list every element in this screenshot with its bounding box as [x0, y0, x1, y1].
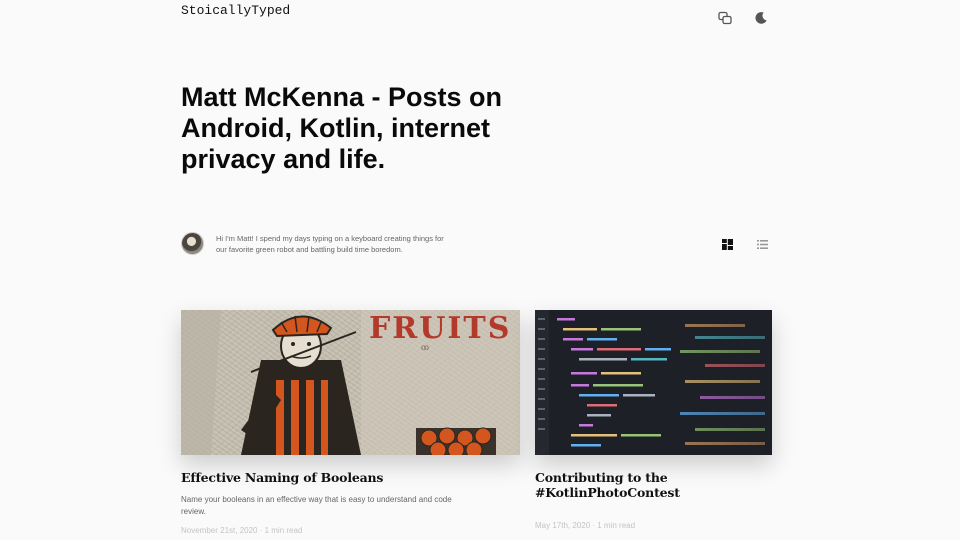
post-title[interactable]: Effective Naming of Booleans — [181, 470, 520, 485]
poster-lettering: FRUITS — [369, 311, 511, 346]
moon-icon[interactable] — [752, 9, 770, 27]
post-title[interactable]: Contributing to the #KotlinPhotoContest — [535, 470, 772, 500]
post-meta: November 21st, 2020 · 1 min read — [181, 526, 303, 535]
site-logo[interactable]: StoicallyTyped — [181, 3, 290, 18]
post-excerpt: Name your booleans in an effective way t… — [181, 495, 452, 516]
author-bio: Hi I'm Matt! I spend my days typing on a… — [216, 234, 444, 254]
post-meta: May 17th, 2020 · 1 min read — [535, 521, 636, 530]
site-header: StoicallyTyped — [0, 0, 960, 36]
svg-text:ꝏ: ꝏ — [421, 343, 429, 352]
post-cover-image[interactable]: FRUITS ꝏ — [181, 310, 520, 455]
avatar — [181, 232, 204, 255]
translate-icon[interactable] — [716, 9, 734, 27]
post-cover-image[interactable] — [535, 310, 772, 455]
page-title: Matt McKenna - Posts on Android, Kotlin,… — [181, 82, 503, 174]
post-card[interactable]: FRUITS ꝏ Effective Naming of Booleans Na… — [181, 310, 520, 535]
post-card[interactable]: Contributing to the #KotlinPhotoContest … — [535, 310, 772, 530]
list-view-icon[interactable] — [757, 237, 769, 249]
grid-view-icon[interactable] — [722, 237, 734, 250]
